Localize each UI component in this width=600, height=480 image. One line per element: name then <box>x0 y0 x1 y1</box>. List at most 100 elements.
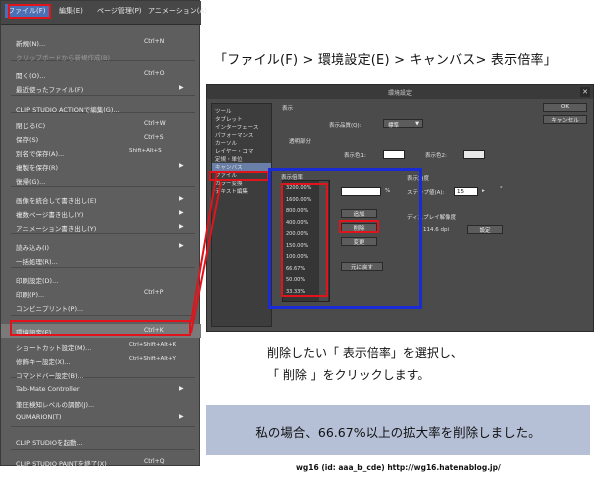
file-menu-item[interactable]: CLIP STUDIOを起動... <box>1 434 201 448</box>
file-menu-item-shortcut: Ctrl+W <box>144 120 166 127</box>
file-menu-item-label: 複製を保存(R) <box>16 164 59 172</box>
file-menu-item[interactable]: 最近使ったファイル(F) ▶ <box>1 81 201 95</box>
file-menu-item[interactable]: 画像を統合して書き出し(E) ▶ <box>1 192 201 206</box>
file-menu-item[interactable]: 読み込み(I) ▶ <box>1 239 201 253</box>
highlight-preferences-item <box>10 320 191 336</box>
file-menu-item[interactable]: クリップボードから新規作成(B) <box>1 49 201 63</box>
file-menu-item[interactable]: 別名で保存(A)... Shift+Alt+S <box>1 145 201 159</box>
color1-label: 表示色1: <box>344 153 366 159</box>
file-menu-item[interactable]: 印刷(P)... Ctrl+P <box>1 286 201 300</box>
resolution-value: 114.6 dpi <box>423 227 450 233</box>
file-menu-item[interactable]: 筆圧検知レベルの調節(J)... <box>1 396 201 410</box>
file-menu-item-shortcut: Ctrl+Shift+Alt+K <box>129 342 177 348</box>
cancel-button[interactable]: キャンセル <box>543 115 587 124</box>
file-menu-item[interactable]: 修飾キー設定(X)... Ctrl+Shift+Alt+Y <box>1 353 201 367</box>
file-menu-item-shortcut: Ctrl+N <box>144 38 165 45</box>
color1-swatch[interactable] <box>383 150 405 159</box>
file-menu-item-label: CLIP STUDIO ACTIONで編集(G)... <box>16 106 120 114</box>
ok-button[interactable]: OK <box>543 103 587 112</box>
file-menu-item-label: コマンドバー設定(B)... <box>16 372 84 380</box>
file-menu-item-label: 保存(S) <box>16 136 39 144</box>
menu-separator <box>11 426 195 427</box>
degree-unit: ° <box>500 186 503 192</box>
file-menu-item[interactable]: コンビニプリント(P)... <box>1 300 201 314</box>
file-menu-item[interactable]: コマンドバー設定(B)... <box>1 367 201 381</box>
file-menu-item[interactable]: アニメーション書き出し(Y) ▶ <box>1 220 201 234</box>
transparent-label: 透明部分 <box>289 139 312 145</box>
menu-separator <box>11 449 195 450</box>
menu-separator <box>11 315 195 316</box>
file-menu-item-label: QUMARION(T) <box>16 413 62 421</box>
chevron-right-icon: ▶ <box>179 242 184 249</box>
file-menu-item[interactable]: 開く(O)... Ctrl+O <box>1 67 201 81</box>
menubar-animation[interactable]: アニメーション(A) <box>148 6 207 16</box>
file-menu-item[interactable]: 閉じる(C) Ctrl+W <box>1 117 201 131</box>
chevron-right-icon: ▶ <box>179 385 184 392</box>
chevron-right-icon: ▶ <box>179 162 184 169</box>
file-menu-item[interactable]: 保存(S) Ctrl+S <box>1 131 201 145</box>
file-menu-item-label: 印刷(P)... <box>16 291 45 299</box>
step-input[interactable]: 15 <box>454 187 478 196</box>
file-menu-item[interactable]: QUMARION(T) ▶ <box>1 410 201 424</box>
file-menu-item-shortcut: Ctrl+P <box>144 289 164 296</box>
note-text: 私の場合、66.67%以上の拡大率を削除しました。 <box>255 425 541 440</box>
file-menu-item[interactable]: 印刷設定(D)... <box>1 272 201 286</box>
step-value: 15 <box>457 189 464 195</box>
file-menu-item-label: 画像を統合して書き出し(E) <box>16 197 97 205</box>
file-menu-item[interactable]: 複数ページ書き出し(Y) ▶ <box>1 206 201 220</box>
menu-separator <box>11 95 195 96</box>
file-menu-item[interactable]: 一括処理(R)... <box>1 253 201 267</box>
instruction-line-2: 「 削除 」をクリックします。 <box>267 368 430 382</box>
category-item[interactable]: 定規・単位 <box>212 155 271 163</box>
file-menu-item[interactable]: ショートカット設定(M)... Ctrl+Shift+Alt+K <box>1 339 201 353</box>
close-icon[interactable]: ✕ <box>580 87 590 97</box>
file-menu-item-label: コンビニプリント(P)... <box>16 305 84 313</box>
category-item[interactable]: ツール <box>212 107 271 115</box>
file-menu-item-label: 開く(O)... <box>16 72 46 80</box>
dialog-titlebar: 環境設定 ✕ <box>207 85 593 99</box>
file-menu-item[interactable]: CLIP STUDIO ACTIONで編集(G)... <box>1 101 201 115</box>
file-menu-item-label: 閉じる(C) <box>16 122 46 130</box>
dialog-title: 環境設定 <box>387 90 412 97</box>
file-menu-item-shortcut: Ctrl+Shift+Alt+Y <box>129 356 176 362</box>
file-menu-item[interactable]: 復帰(G)... <box>1 173 201 187</box>
highlight-file-menu <box>8 4 51 19</box>
category-list: ツール タブレット インターフェース パフォーマンス カーソル レイヤー・コマ 定規・単位キ… <box>211 103 272 327</box>
file-menu-item-label: アニメーション書き出し(Y) <box>16 225 97 233</box>
menubar-page[interactable]: ページ管理(P) <box>97 6 142 16</box>
category-item[interactable]: テキスト編集 <box>212 187 271 195</box>
file-menu-item[interactable]: 新規(N)... Ctrl+N <box>1 35 201 49</box>
chevron-right-icon[interactable]: ▸ <box>482 188 485 194</box>
file-menu-item-label: 複数ページ書き出し(Y) <box>16 211 84 219</box>
chevron-right-icon: ▶ <box>179 84 184 91</box>
quality-select[interactable]: 標準 ▼ <box>383 119 423 129</box>
chevron-right-icon: ▶ <box>179 223 184 230</box>
category-item[interactable]: タブレット <box>212 115 271 123</box>
file-menu-item-label: 最近使ったファイル(F) <box>16 86 84 94</box>
file-menu-item-label: 修飾キー設定(X)... <box>16 358 71 366</box>
breadcrumb: 「ファイル(F) > 環境設定(E) > キャンバス> 表示倍率」 <box>214 53 557 68</box>
category-item[interactable]: キャンバス <box>212 163 271 171</box>
category-item[interactable]: パフォーマンス <box>212 131 271 139</box>
file-menu-item-shortcut: Ctrl+S <box>144 134 164 141</box>
chevron-down-icon: ▼ <box>415 121 419 127</box>
category-item[interactable]: カーソル <box>212 139 271 147</box>
chevron-right-icon: ▶ <box>179 195 184 202</box>
color2-swatch[interactable] <box>463 150 485 159</box>
file-menu-item-label: 新規(N)... <box>16 40 46 48</box>
file-menu-item-label: 印刷設定(D)... <box>16 277 59 285</box>
category-item[interactable]: レイヤー・コマ <box>212 147 271 155</box>
category-item[interactable]: インターフェース <box>212 123 271 131</box>
file-menu-item-label: 復帰(G)... <box>16 178 46 186</box>
chevron-right-icon: ▶ <box>179 413 184 420</box>
quality-label: 表示品質(Q): <box>329 123 362 129</box>
file-menu-item[interactable]: Tab-Mate Controller ▶ <box>1 382 201 396</box>
resolution-settings-button[interactable]: 設定 <box>467 225 503 234</box>
file-menu-item[interactable]: CLIP STUDIO PAINTを終了(X) Ctrl+Q <box>1 455 201 469</box>
file-menu-screenshot: ファイル(F) 編集(E) ページ管理(P) アニメーション(A) 新規(N).… <box>0 0 207 469</box>
file-menu-item-shortcut: Ctrl+O <box>144 70 165 77</box>
file-menu-item[interactable]: 複製を保存(R) ▶ <box>1 159 201 173</box>
file-menu-item-label: 別名で保存(A)... <box>16 150 65 158</box>
menubar-edit[interactable]: 編集(E) <box>59 6 83 16</box>
file-menu-item-label: 一括処理(R)... <box>16 258 58 266</box>
